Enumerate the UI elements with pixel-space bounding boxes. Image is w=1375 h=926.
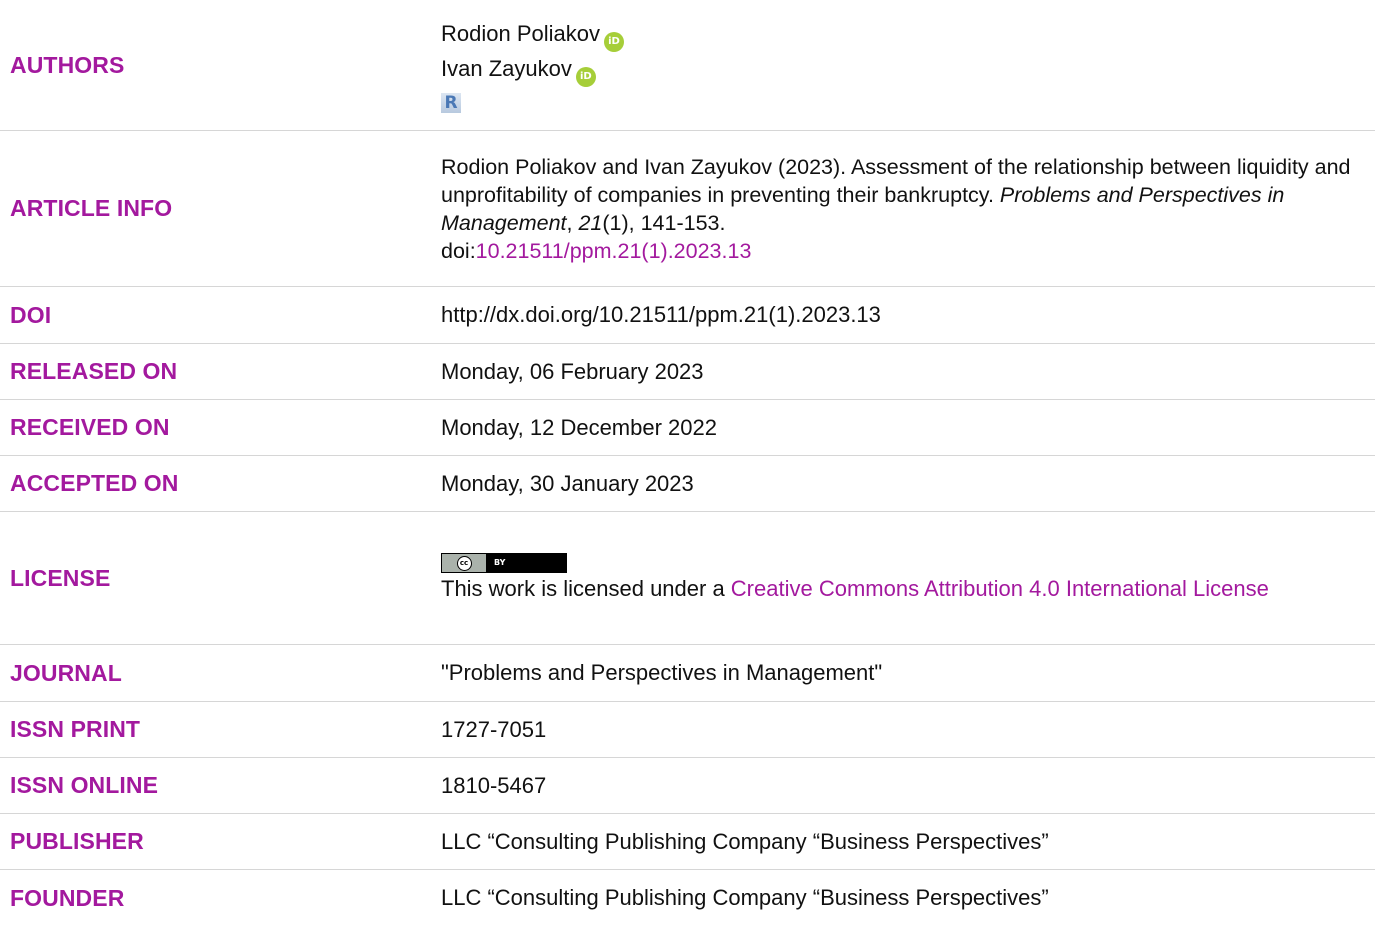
publisher-value: LLC “Consulting Publishing Company “Busi…	[441, 828, 1049, 854]
row-license: LICENSE cc BY This work is licensed unde…	[0, 512, 1375, 645]
license-label: LICENSE	[10, 564, 111, 591]
released-on-value: Monday, 06 February 2023	[441, 358, 704, 384]
founder-label: FOUNDER	[10, 884, 125, 911]
doi-link[interactable]: 10.21511/ppm.21(1).2023.13	[476, 239, 752, 263]
publisher-label: PUBLISHER	[10, 828, 144, 854]
row-journal: JOURNAL "Problems and Perspectives in Ma…	[0, 645, 1375, 702]
row-issn-online: ISSN ONLINE 1810-5467	[0, 758, 1375, 814]
citation-issue-pages: (1), 141-153.	[602, 210, 726, 235]
row-received-on: RECEIVED ON Monday, 12 December 2022	[0, 400, 1375, 456]
author-name: Ivan Zayukov	[441, 56, 572, 81]
authors-label: AUTHORS	[10, 51, 125, 78]
author-name: Rodion Poliakov	[441, 21, 600, 46]
journal-value: "Problems and Perspectives in Management…	[441, 660, 883, 685]
article-info-table: AUTHORS Rodion Poliakov iD Ivan Zayukov iD…	[0, 0, 1375, 926]
license-text: This work is licensed under a	[441, 576, 731, 601]
accepted-on-value: Monday, 30 January 2023	[441, 470, 694, 496]
citation-text: Rodion Poliakov and Ivan Zayukov (2023).…	[441, 153, 1375, 265]
citation-separator: ,	[566, 210, 579, 235]
released-on-label: RELEASED ON	[10, 358, 178, 384]
row-doi: DOI http://dx.doi.org/10.21511/ppm.21(1)…	[0, 287, 1375, 344]
cc-by-text: BY	[494, 558, 506, 567]
issn-print-value: 1727-7051	[441, 716, 547, 742]
author-entry: Rodion Poliakov iD	[441, 17, 1363, 52]
cc-by-badge[interactable]: cc BY	[441, 553, 567, 573]
issn-online-value: 1810-5467	[441, 772, 547, 798]
license-link[interactable]: Creative Commons Attribution 4.0 Interna…	[731, 576, 1269, 601]
orcid-icon[interactable]: iD	[603, 32, 624, 52]
row-founder: FOUNDER LLC “Consulting Publishing Compa…	[0, 870, 1375, 926]
author-entry: Ivan Zayukov iD	[441, 52, 1363, 87]
doi-label: DOI	[10, 301, 52, 328]
received-on-label: RECEIVED ON	[10, 414, 170, 440]
researchgate-icon[interactable]: R	[441, 93, 461, 113]
orcid-icon[interactable]: iD	[575, 67, 596, 87]
row-authors: AUTHORS Rodion Poliakov iD Ivan Zayukov iD…	[0, 0, 1375, 131]
row-issn-print: ISSN PRINT 1727-7051	[0, 702, 1375, 758]
issn-print-label: ISSN PRINT	[10, 716, 141, 742]
license-value: cc BY This work is licensed under a Crea…	[441, 553, 1375, 603]
accepted-on-label: ACCEPTED ON	[10, 470, 179, 496]
row-accepted-on: ACCEPTED ON Monday, 30 January 2023	[0, 456, 1375, 512]
cc-circle: cc	[456, 555, 472, 571]
doi-value: http://dx.doi.org/10.21511/ppm.21(1).202…	[441, 302, 881, 327]
row-article-info: ARTICLE INFO Rodion Poliakov and Ivan Za…	[0, 131, 1375, 287]
row-released-on: RELEASED ON Monday, 06 February 2023	[0, 344, 1375, 400]
doi-prefix: doi:	[441, 238, 476, 263]
received-on-value: Monday, 12 December 2022	[441, 414, 717, 440]
row-publisher: PUBLISHER LLC “Consulting Publishing Com…	[0, 814, 1375, 870]
article-info-label: ARTICLE INFO	[10, 195, 173, 221]
citation-volume: 21	[578, 210, 603, 235]
journal-label: JOURNAL	[10, 659, 122, 686]
authors-value: Rodion Poliakov iD Ivan Zayukov iD R	[441, 15, 1375, 115]
founder-value: LLC “Consulting Publishing Company “Busi…	[441, 885, 1049, 910]
issn-online-label: ISSN ONLINE	[10, 772, 159, 798]
cc-icon: cc	[442, 554, 486, 572]
